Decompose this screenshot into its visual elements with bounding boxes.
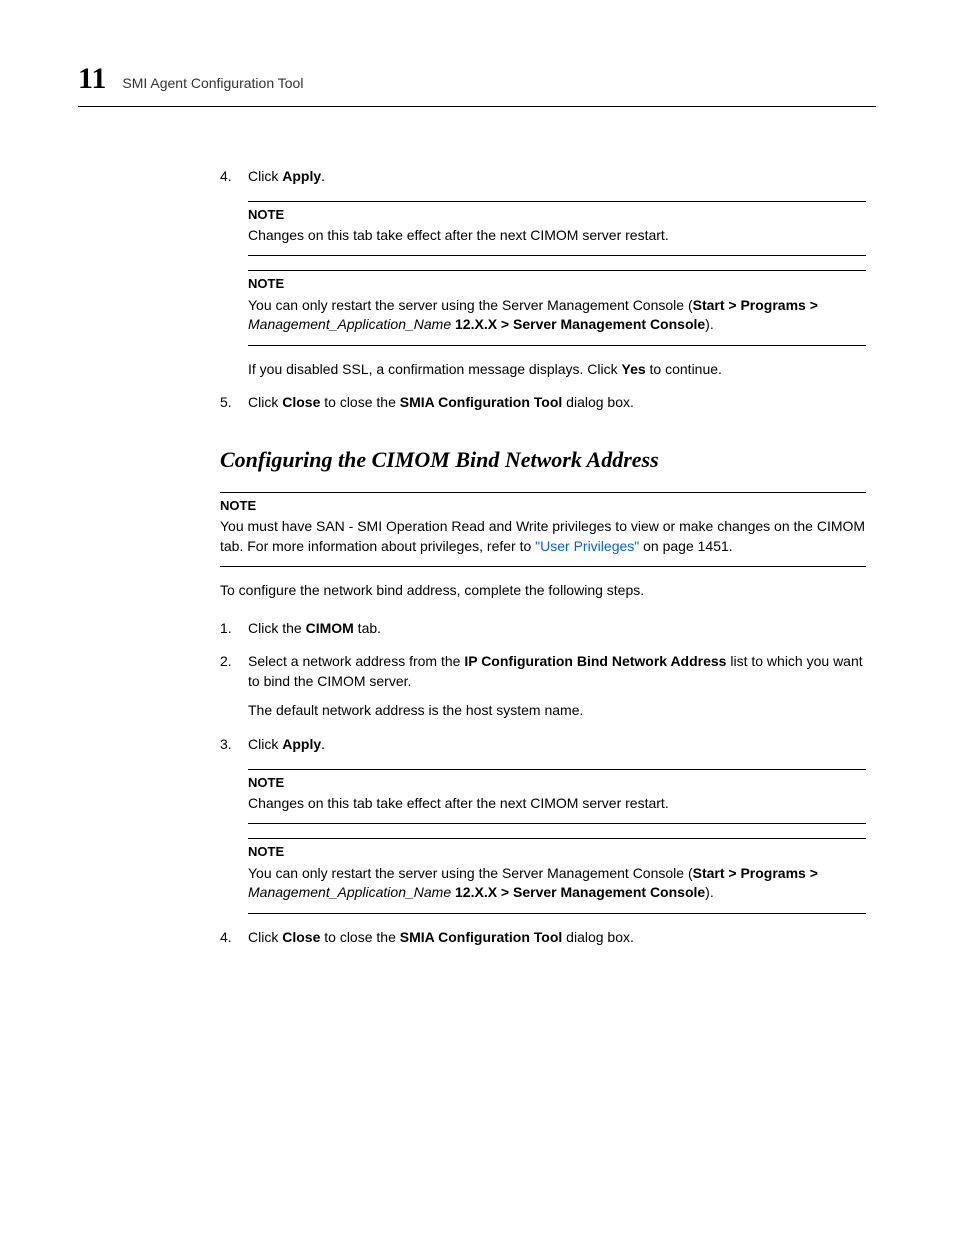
note-box-2: NOTE You can only restart the server usi… — [248, 270, 866, 345]
text: . — [321, 736, 325, 752]
step-2: 2. Select a network address from the IP … — [220, 652, 866, 721]
italic: Management_Application_Name — [248, 316, 451, 332]
text: ). — [705, 316, 714, 332]
note-rule-top — [220, 492, 866, 493]
step-3: 3. Click Apply. — [220, 735, 866, 755]
text: dialog box. — [562, 394, 634, 410]
note-label: NOTE — [248, 206, 866, 224]
step-number: 4. — [220, 928, 248, 948]
tool-bold: SMIA Configuration Tool — [400, 929, 563, 945]
section-cimom-bind: Configuring the CIMOM Bind Network Addre… — [220, 445, 866, 947]
note-text: Changes on this tab take effect after th… — [248, 226, 866, 246]
step-4-top: 4. Click Apply. — [220, 167, 866, 187]
note-text: You must have SAN - SMI Operation Read a… — [220, 517, 866, 556]
chapter-title: SMI Agent Configuration Tool — [122, 74, 303, 94]
apply-bold: Apply — [282, 168, 321, 184]
text: Click the — [248, 620, 306, 636]
bold: Start > Programs > — [693, 865, 818, 881]
close-bold: Close — [282, 929, 320, 945]
note-text: You can only restart the server using th… — [248, 296, 866, 335]
text: ). — [705, 884, 714, 900]
step-number: 5. — [220, 393, 248, 413]
text: . — [321, 168, 325, 184]
step-number: 3. — [220, 735, 248, 755]
note-rule-top — [248, 201, 866, 202]
note-rule-bottom — [220, 566, 866, 567]
step-body: Click Apply. — [248, 167, 866, 187]
apply-bold: Apply — [282, 736, 321, 752]
note-label: NOTE — [248, 774, 866, 792]
step-5-top: 5. Click Close to close the SMIA Configu… — [220, 393, 866, 413]
note-box-1: NOTE Changes on this tab take effect aft… — [248, 201, 866, 257]
ip-config-bold: IP Configuration Bind Network Address — [464, 653, 726, 669]
main-content: 4. Click Apply. NOTE Changes on this tab… — [220, 167, 866, 947]
user-privileges-link[interactable]: "User Privileges" — [535, 538, 639, 554]
note-box-4: NOTE You can only restart the server usi… — [248, 838, 866, 913]
note-rule-bottom — [248, 913, 866, 914]
text: dialog box. — [562, 929, 634, 945]
bold: 12.X.X > Server Management Console — [451, 316, 705, 332]
step-number: 2. — [220, 652, 248, 721]
note-label: NOTE — [248, 275, 866, 293]
note-rule-top — [248, 838, 866, 839]
tool-bold: SMIA Configuration Tool — [400, 394, 563, 410]
note-box-section: NOTE You must have SAN - SMI Operation R… — [220, 492, 866, 567]
text: on page 1451. — [639, 538, 732, 554]
text: Click — [248, 929, 282, 945]
ssl-paragraph: If you disabled SSL, a confirmation mess… — [248, 360, 866, 380]
step-body: Click the CIMOM tab. — [248, 619, 866, 639]
text: Click — [248, 394, 282, 410]
yes-bold: Yes — [622, 361, 646, 377]
step-body: Click Apply. — [248, 735, 866, 755]
step-body: Select a network address from the IP Con… — [248, 652, 866, 721]
italic: Management_Application_Name — [248, 884, 451, 900]
intro-text: To configure the network bind address, c… — [220, 581, 866, 601]
step-body: Click Close to close the SMIA Configurat… — [248, 393, 866, 413]
note-text: You can only restart the server using th… — [248, 864, 866, 903]
note-label: NOTE — [248, 843, 866, 861]
text: If you disabled SSL, a confirmation mess… — [248, 361, 622, 377]
note-box-3: NOTE Changes on this tab take effect aft… — [248, 769, 866, 825]
section-title: Configuring the CIMOM Bind Network Addre… — [220, 445, 866, 476]
note-rule-bottom — [248, 345, 866, 346]
text: Select a network address from the — [248, 653, 464, 669]
text: You can only restart the server using th… — [248, 865, 693, 881]
bold: Start > Programs > — [693, 297, 818, 313]
bold: 12.X.X > Server Management Console — [451, 884, 705, 900]
page-header: 11 SMI Agent Configuration Tool — [78, 58, 876, 107]
step-4: 4. Click Close to close the SMIA Configu… — [220, 928, 866, 948]
step-number: 1. — [220, 619, 248, 639]
step-body: Click Close to close the SMIA Configurat… — [248, 928, 866, 948]
step-1: 1. Click the CIMOM tab. — [220, 619, 866, 639]
note-rule-bottom — [248, 823, 866, 824]
text: Click — [248, 736, 282, 752]
note-text: Changes on this tab take effect after th… — [248, 794, 866, 814]
note-rule-bottom — [248, 255, 866, 256]
text: to close the — [320, 929, 399, 945]
text: tab. — [354, 620, 381, 636]
text: to continue. — [646, 361, 722, 377]
cimom-bold: CIMOM — [306, 620, 354, 636]
text: Click — [248, 168, 282, 184]
sub-text: The default network address is the host … — [248, 701, 866, 721]
note-rule-top — [248, 270, 866, 271]
note-label: NOTE — [220, 497, 866, 515]
chapter-number: 11 — [78, 58, 106, 100]
text: You can only restart the server using th… — [248, 297, 693, 313]
note-rule-top — [248, 769, 866, 770]
text: to close the — [320, 394, 399, 410]
step-number: 4. — [220, 167, 248, 187]
close-bold: Close — [282, 394, 320, 410]
